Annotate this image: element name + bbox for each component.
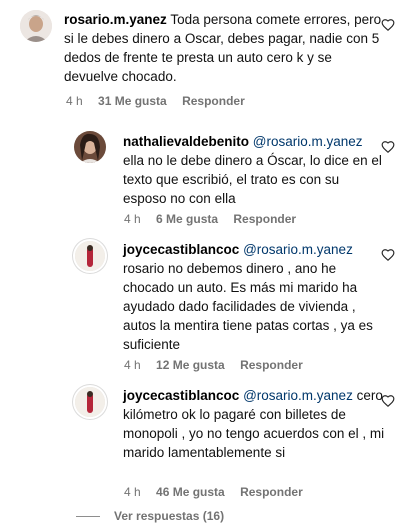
avatar[interactable] bbox=[20, 10, 52, 42]
comment-body: ella no le debe dinero a Óscar, lo dice … bbox=[123, 153, 382, 206]
comment-time[interactable]: 4 h bbox=[124, 212, 141, 226]
reply-button[interactable]: Responder bbox=[240, 485, 303, 499]
comment-username[interactable]: joycecastiblancoc bbox=[123, 242, 239, 257]
heart-outline-icon[interactable] bbox=[381, 18, 395, 32]
heart-outline-icon[interactable] bbox=[381, 248, 395, 262]
comment-likes[interactable]: 46 Me gusta bbox=[156, 485, 225, 499]
heart-outline-icon[interactable] bbox=[381, 394, 395, 408]
comment-meta: 4 h 31 Me gusta Responder bbox=[66, 94, 257, 108]
comment-time[interactable]: 4 h bbox=[124, 485, 141, 499]
reply-button[interactable]: Responder bbox=[240, 358, 303, 372]
avatar[interactable] bbox=[75, 241, 105, 271]
avatar-image bbox=[20, 10, 52, 42]
avatar-image bbox=[75, 387, 105, 417]
avatar-image bbox=[75, 241, 105, 271]
comment-likes[interactable]: 31 Me gusta bbox=[98, 94, 167, 108]
comment-username[interactable]: rosario.m.yanez bbox=[64, 12, 167, 27]
comment-username[interactable]: joycecastiblancoc bbox=[123, 388, 239, 403]
replies-divider-line bbox=[76, 515, 100, 517]
reply-button[interactable]: Responder bbox=[233, 212, 296, 226]
heart-outline-icon[interactable] bbox=[381, 140, 395, 154]
comment-mention[interactable]: @rosario.m.yanez bbox=[243, 388, 353, 403]
reply-button[interactable]: Responder bbox=[182, 94, 245, 108]
comment-text: joycecastiblancoc @rosario.m.yanez cero … bbox=[123, 386, 385, 462]
comment-body: rosario no debemos dinero , ano he choca… bbox=[123, 261, 373, 352]
avatar[interactable] bbox=[75, 387, 105, 417]
comment-text: nathalievaldebenito @rosario.m.yanez ell… bbox=[123, 132, 383, 208]
comment-time[interactable]: 4 h bbox=[66, 94, 83, 108]
view-replies-button[interactable]: Ver respuestas (16) bbox=[76, 509, 224, 523]
view-replies-label[interactable]: Ver respuestas (16) bbox=[114, 509, 224, 523]
avatar[interactable] bbox=[74, 131, 106, 163]
comment-mention[interactable]: @rosario.m.yanez bbox=[253, 134, 363, 149]
comment-meta: 4 h 6 Me gusta Responder bbox=[124, 212, 308, 226]
comment-meta: 4 h 46 Me gusta Responder bbox=[124, 485, 315, 499]
comment-text: rosario.m.yanez Toda persona comete erro… bbox=[64, 10, 382, 86]
comment-text: joycecastiblancoc @rosario.m.yanez rosar… bbox=[123, 240, 385, 354]
comment-likes[interactable]: 12 Me gusta bbox=[156, 358, 225, 372]
avatar-image bbox=[74, 131, 106, 163]
comment-meta: 4 h 12 Me gusta Responder bbox=[124, 358, 315, 372]
comment-likes[interactable]: 6 Me gusta bbox=[156, 212, 218, 226]
comment-mention[interactable]: @rosario.m.yanez bbox=[243, 242, 353, 257]
comment-username[interactable]: nathalievaldebenito bbox=[123, 134, 249, 149]
comment-time[interactable]: 4 h bbox=[124, 358, 141, 372]
